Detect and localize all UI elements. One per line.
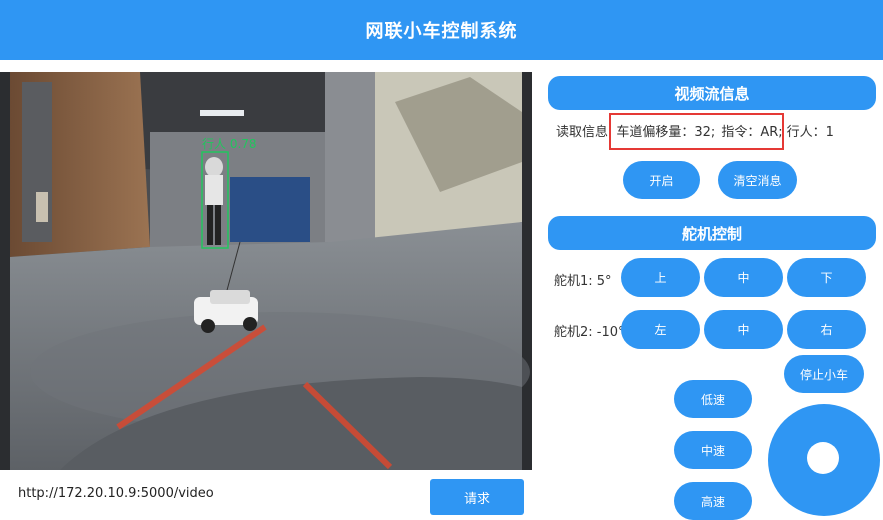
servo2-center-button[interactable]: 中: [704, 310, 783, 349]
low-speed-button[interactable]: 低速: [674, 380, 752, 418]
servo1-center-button[interactable]: 中: [704, 258, 783, 297]
request-button[interactable]: 请求: [430, 479, 524, 515]
app-header: 网联小车控制系统: [0, 0, 883, 60]
detection-label: 行人 0.78: [202, 137, 257, 151]
start-button[interactable]: 开启: [623, 161, 700, 199]
servo-left-button[interactable]: 左: [621, 310, 700, 349]
video-url-field[interactable]: http://172.20.10.9:5000/video: [18, 486, 214, 501]
stop-car-button[interactable]: 停止小车: [784, 355, 864, 393]
highlight-box: [609, 113, 784, 150]
medium-speed-button[interactable]: 中速: [674, 431, 752, 469]
servo-right-button[interactable]: 右: [787, 310, 866, 349]
read-info-label: 读取信息:: [556, 125, 613, 140]
clear-messages-button[interactable]: 清空消息: [718, 161, 797, 199]
stream-info-title: 视频流信息: [548, 76, 876, 110]
servo-down-button[interactable]: 下: [787, 258, 866, 297]
servo-control-title: 舵机控制: [548, 216, 876, 250]
servo2-label: 舵机2: -10°: [554, 325, 625, 340]
joystick-knob[interactable]: [807, 442, 839, 474]
pedestrian-count-text: 行人：1: [786, 125, 834, 140]
video-stream: 行人 0.78: [0, 72, 532, 470]
video-frame: 行人 0.78: [0, 72, 532, 470]
servo1-label: 舵机1: 5°: [554, 274, 612, 289]
servo-up-button[interactable]: 上: [621, 258, 700, 297]
app-title: 网联小车控制系统: [365, 21, 518, 42]
high-speed-button[interactable]: 高速: [674, 482, 752, 520]
